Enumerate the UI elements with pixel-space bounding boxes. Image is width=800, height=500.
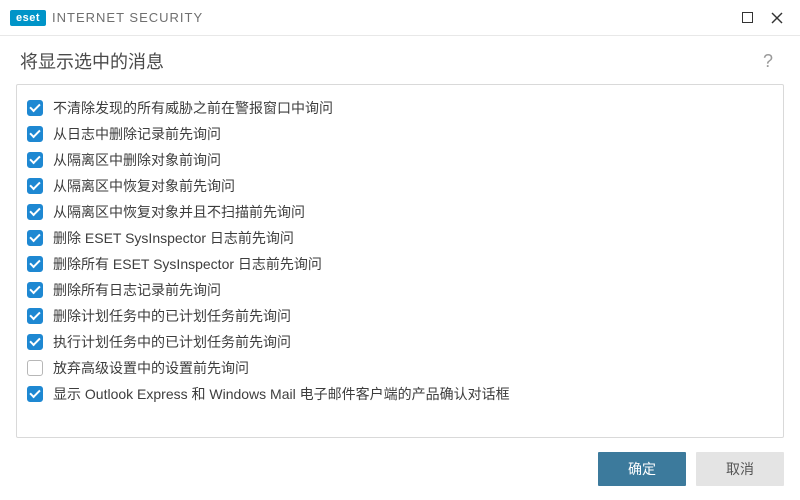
option-checkbox[interactable] (27, 178, 43, 194)
option-label: 删除所有日志记录前先询问 (53, 280, 221, 300)
option-label: 放弃高级设置中的设置前先询问 (53, 358, 249, 378)
option-checkbox[interactable] (27, 230, 43, 246)
option-checkbox[interactable] (27, 256, 43, 272)
option-row: 从隔离区中恢复对象并且不扫描前先询问 (27, 199, 775, 225)
option-checkbox[interactable] (27, 308, 43, 324)
cancel-button[interactable]: 取消 (696, 452, 784, 486)
option-label: 从隔离区中删除对象前询问 (53, 150, 221, 170)
option-label: 删除所有 ESET SysInspector 日志前先询问 (53, 254, 322, 274)
maximize-button[interactable] (732, 4, 762, 32)
option-label: 显示 Outlook Express 和 Windows Mail 电子邮件客户… (53, 384, 510, 404)
option-checkbox[interactable] (27, 152, 43, 168)
product-name: INTERNET SECURITY (52, 10, 203, 25)
option-checkbox[interactable] (27, 360, 43, 376)
option-checkbox[interactable] (27, 100, 43, 116)
option-row: 放弃高级设置中的设置前先询问 (27, 355, 775, 381)
maximize-icon (742, 12, 753, 23)
option-label: 从隔离区中恢复对象并且不扫描前先询问 (53, 202, 305, 222)
option-label: 不清除发现的所有威胁之前在警报窗口中询问 (53, 98, 333, 118)
option-row: 删除所有日志记录前先询问 (27, 277, 775, 303)
ok-button[interactable]: 确定 (598, 452, 686, 486)
option-row: 删除所有 ESET SysInspector 日志前先询问 (27, 251, 775, 277)
option-label: 执行计划任务中的已计划任务前先询问 (53, 332, 291, 352)
option-label: 删除计划任务中的已计划任务前先询问 (53, 306, 291, 326)
dialog-header: 将显示选中的消息 ? (0, 36, 800, 84)
dialog-title: 将显示选中的消息 (20, 48, 164, 74)
option-row: 从隔离区中恢复对象前先询问 (27, 173, 775, 199)
brand-badge: eset (10, 10, 46, 26)
titlebar: eset INTERNET SECURITY (0, 0, 800, 36)
dialog-footer: 确定 取消 (0, 438, 800, 500)
help-button[interactable]: ? (756, 51, 780, 72)
option-row: 删除 ESET SysInspector 日志前先询问 (27, 225, 775, 251)
option-checkbox[interactable] (27, 386, 43, 402)
options-panel: 不清除发现的所有威胁之前在警报窗口中询问从日志中删除记录前先询问从隔离区中删除对… (16, 84, 784, 438)
option-checkbox[interactable] (27, 126, 43, 142)
option-row: 删除计划任务中的已计划任务前先询问 (27, 303, 775, 329)
close-button[interactable] (762, 4, 792, 32)
option-row: 执行计划任务中的已计划任务前先询问 (27, 329, 775, 355)
close-icon (771, 12, 783, 24)
option-label: 删除 ESET SysInspector 日志前先询问 (53, 228, 294, 248)
option-label: 从隔离区中恢复对象前先询问 (53, 176, 235, 196)
option-row: 从日志中删除记录前先询问 (27, 121, 775, 147)
option-checkbox[interactable] (27, 334, 43, 350)
option-row: 不清除发现的所有威胁之前在警报窗口中询问 (27, 95, 775, 121)
options-scroll[interactable]: 不清除发现的所有威胁之前在警报窗口中询问从日志中删除记录前先询问从隔离区中删除对… (17, 85, 783, 437)
option-checkbox[interactable] (27, 282, 43, 298)
option-label: 从日志中删除记录前先询问 (53, 124, 221, 144)
option-checkbox[interactable] (27, 204, 43, 220)
option-row: 显示 Outlook Express 和 Windows Mail 电子邮件客户… (27, 381, 775, 407)
option-row: 从隔离区中删除对象前询问 (27, 147, 775, 173)
